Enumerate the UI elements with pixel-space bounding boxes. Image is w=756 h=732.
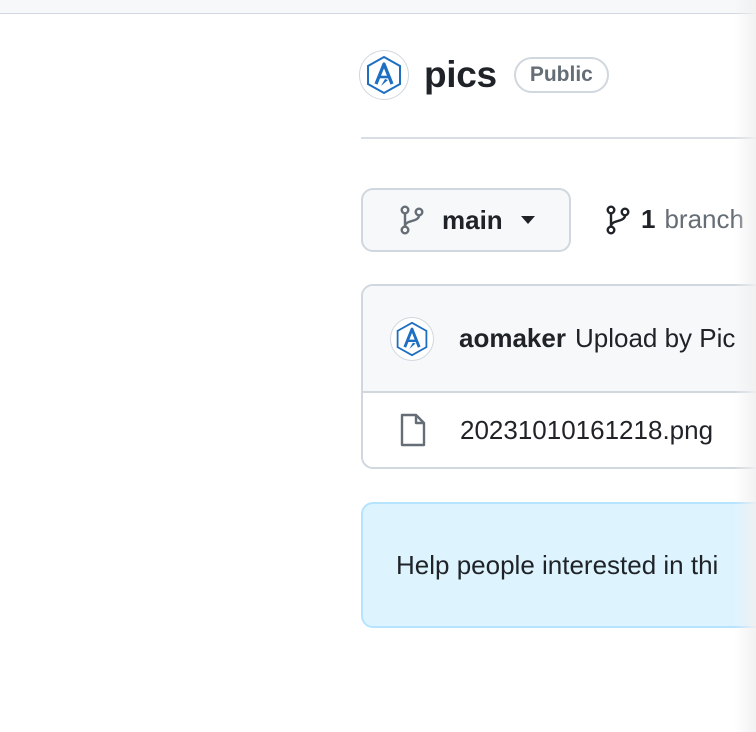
triangle-down-icon <box>520 215 536 225</box>
branch-select-button[interactable]: main <box>361 188 571 252</box>
repo-name-link[interactable]: pics <box>424 54 497 96</box>
visibility-badge: Public <box>513 57 609 93</box>
branches-link[interactable]: 1 branch <box>605 204 744 235</box>
file-icon <box>399 413 427 447</box>
current-branch-label: main <box>442 204 503 235</box>
help-banner: Help people interested in thi <box>361 502 756 628</box>
git-branch-icon <box>399 205 425 235</box>
file-browser: aomaker Upload by Pic 20231010161218.png <box>361 284 756 469</box>
file-name-link[interactable]: 20231010161218.png <box>460 415 713 446</box>
commit-message-link[interactable]: Upload by Pic <box>575 323 735 354</box>
owner-logo-icon <box>367 55 401 95</box>
branch-count-label: branch <box>664 204 744 234</box>
top-navigation-strip <box>0 0 756 14</box>
file-row[interactable]: 20231010161218.png <box>363 393 756 467</box>
commit-author-link[interactable]: aomaker <box>459 323 566 354</box>
commit-author-avatar[interactable] <box>390 316 434 361</box>
header-divider <box>361 137 756 139</box>
help-banner-text: Help people interested in thi <box>396 549 719 580</box>
repo-header: pics Public <box>359 50 609 100</box>
latest-commit-row: aomaker Upload by Pic <box>363 286 756 393</box>
git-branch-icon <box>605 205 631 235</box>
owner-logo-icon <box>396 321 428 356</box>
branch-count: 1 <box>641 204 656 234</box>
owner-avatar[interactable] <box>359 50 409 100</box>
